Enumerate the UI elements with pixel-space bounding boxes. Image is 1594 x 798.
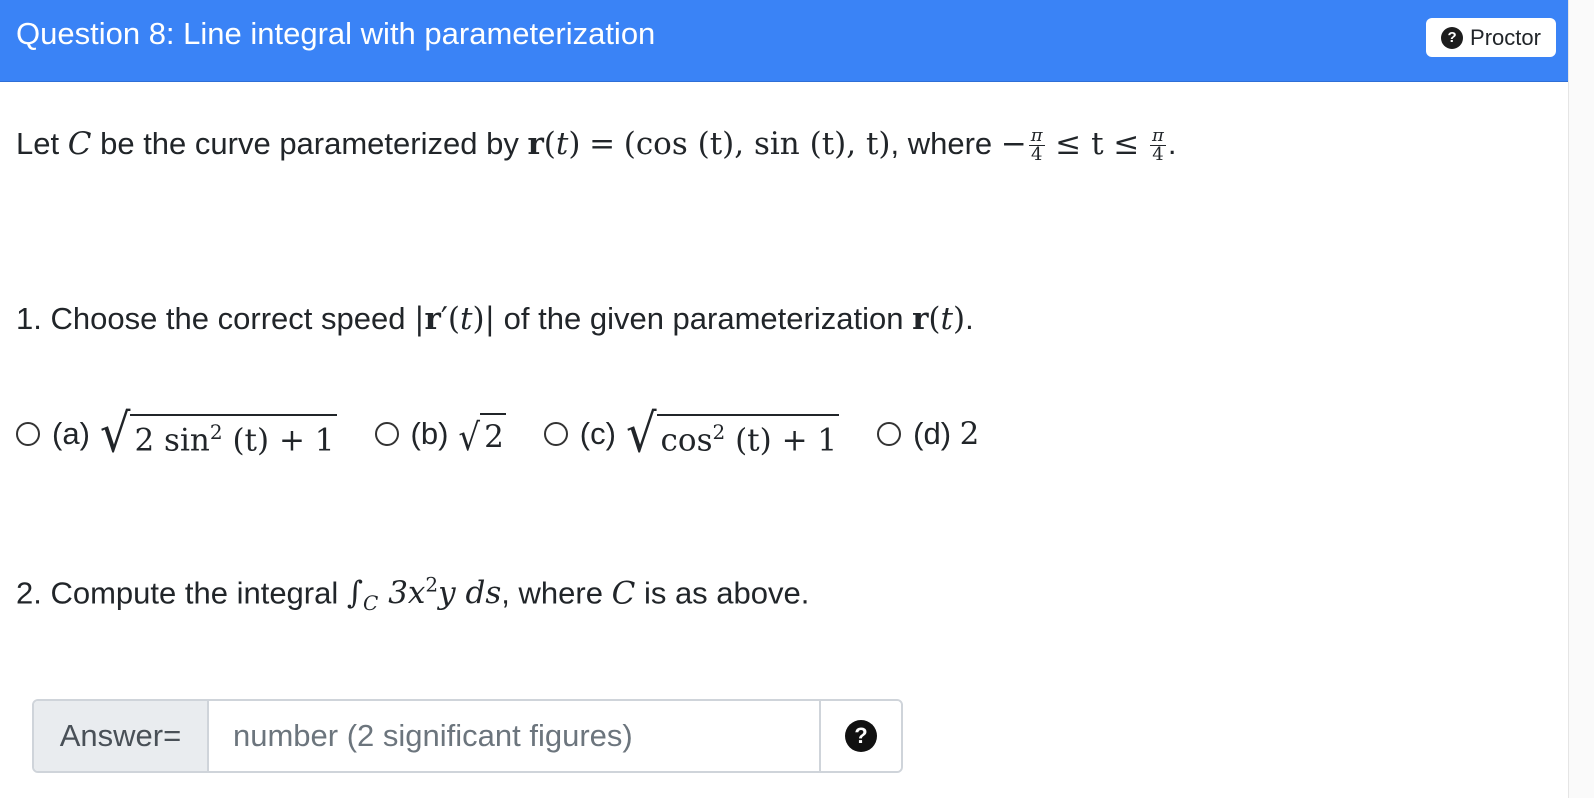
option-c[interactable]: (c) √ cos2 (t) + 1 — [543, 403, 840, 465]
intro-where: , where — [890, 126, 993, 161]
sqrt-icon: √ — [99, 403, 131, 465]
question-title: Question 8: Line integral with parameter… — [16, 16, 656, 51]
sqrt-icon: √ — [458, 416, 481, 460]
part1-mid: of the given parameterization — [503, 301, 904, 336]
part2-curve: C — [611, 575, 636, 612]
option-b-label: (b) — [410, 416, 449, 451]
intro-mid: be the curve parameterized by — [100, 126, 519, 161]
intro-middle: ≤ t ≤ — [1055, 126, 1140, 162]
intro-equals: = — [589, 126, 616, 162]
intro-text: Let C be the curve parameterized by r(t)… — [16, 126, 1176, 164]
option-d[interactable]: (d) 2 — [877, 416, 979, 452]
frac-den: 4 — [1030, 144, 1043, 166]
option-c-math-b: (t) + 1 — [725, 422, 838, 458]
radio-b[interactable] — [374, 422, 399, 446]
part2-suffix-a: , where — [501, 575, 603, 611]
option-d-math: 2 — [959, 416, 980, 452]
option-a-math-b: (t) + 1 — [222, 422, 335, 458]
option-c-sqrt: √ cos2 (t) + 1 — [625, 403, 840, 465]
proctor-button[interactable]: ? Proctor — [1426, 18, 1556, 57]
intro-frac-left: π4 — [1028, 127, 1045, 166]
part2-text: 2. Compute the integral ∫C 3x2y ds, wher… — [16, 573, 809, 616]
option-a-math-a: 2 sin — [134, 422, 210, 458]
help-button[interactable]: ? — [819, 701, 901, 771]
option-b-sqrt: √ 2 — [458, 413, 506, 460]
option-a-sup: 2 — [209, 419, 223, 444]
intro-vector: (cos (t), sin (t), t) — [623, 126, 891, 162]
part2-prefix: 2. Compute the integral — [16, 575, 339, 611]
integral-sup: 2 — [425, 573, 439, 597]
sqrt-icon: √ — [625, 403, 657, 465]
radio-a[interactable] — [16, 422, 40, 446]
option-c-sup: 2 — [712, 419, 726, 444]
intro-prefix: Let — [16, 126, 60, 161]
option-b[interactable]: (b) √ 2 — [374, 413, 506, 460]
integral-sub: C — [363, 591, 379, 616]
option-b-math: 2 — [480, 413, 506, 455]
proctor-label: Proctor — [1470, 24, 1541, 50]
option-d-label: (d) — [913, 416, 952, 451]
intro-end: . — [1167, 126, 1177, 161]
part1-end: . — [965, 301, 974, 336]
option-a-sqrt: √ 2 sin2 (t) + 1 — [99, 403, 337, 465]
integral-sign: ∫ — [346, 575, 364, 612]
question-header: Question 8: Line integral with parameter… — [0, 0, 1568, 82]
radio-c[interactable] — [543, 422, 568, 446]
intro-curve: C — [67, 126, 92, 162]
scrollbar[interactable] — [1568, 0, 1594, 798]
question-circle-icon: ? — [1441, 26, 1464, 49]
part2-suffix-b: is as above. — [643, 575, 810, 611]
part1-prefix: 1. Choose the correct speed — [16, 301, 406, 336]
frac-den: 4 — [1152, 144, 1164, 166]
speed-options: (a) √ 2 sin2 (t) + 1 (b) √ 2 (c) √ cos2 (t)… — [16, 398, 1017, 470]
speed-expression: |r′(t)| — [414, 301, 496, 337]
intro-neg: − — [1000, 126, 1027, 162]
intro-frac-right: π4 — [1150, 127, 1166, 164]
intro-r-of-t: r(t) — [527, 126, 581, 162]
option-a-label: (a) — [52, 416, 90, 451]
answer-input[interactable] — [209, 701, 819, 771]
answer-label: Answer= — [34, 701, 209, 771]
option-a[interactable]: (a) √ 2 sin2 (t) + 1 — [16, 403, 337, 465]
integral-expr-b: y ds — [438, 575, 502, 612]
part1-text: 1. Choose the correct speed |r′(t)| of t… — [16, 301, 974, 337]
part1-r-of-t: r(t) — [912, 301, 966, 337]
question-circle-icon[interactable]: ? — [845, 720, 877, 752]
option-c-label: (c) — [579, 416, 616, 451]
radio-d[interactable] — [877, 422, 902, 446]
integral-expression: ∫C 3x2y ds — [346, 573, 502, 616]
option-c-math-a: cos — [660, 422, 713, 458]
integral-expr-a: 3x — [388, 575, 426, 612]
answer-input-group: Answer= ? — [32, 699, 903, 773]
